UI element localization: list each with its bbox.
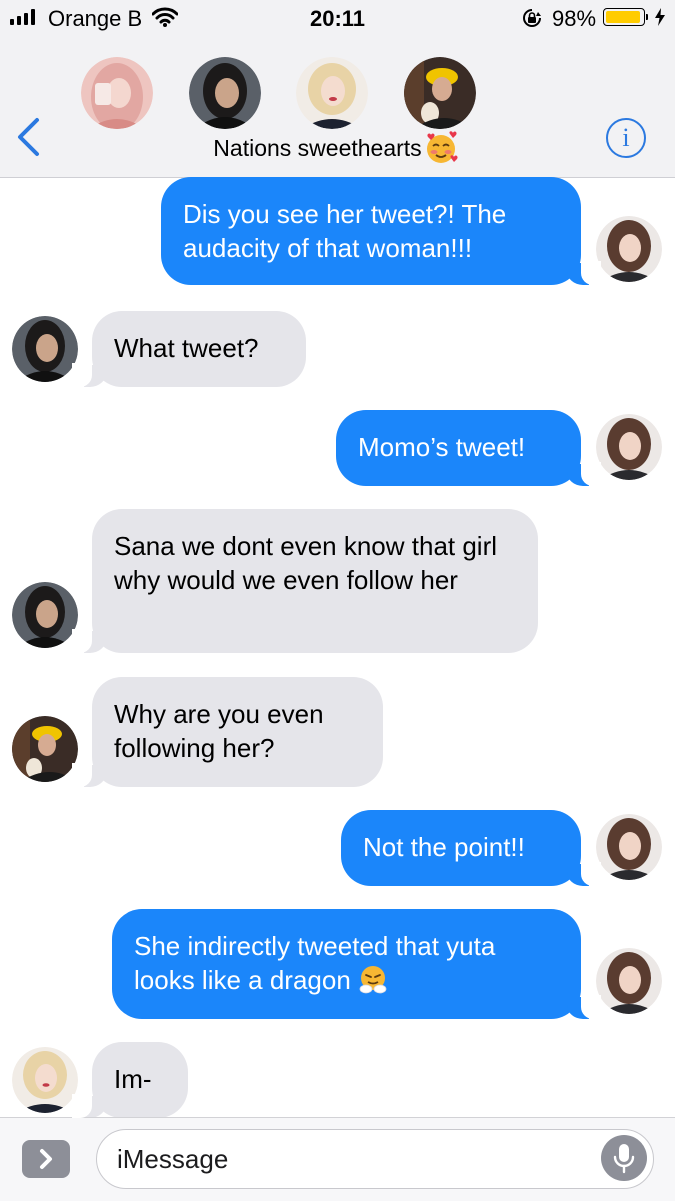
message-bubble-outgoing[interactable]: Momo’s tweet! [336, 410, 601, 486]
message-bubble-outgoing[interactable]: Not the point!! [341, 810, 601, 886]
rotation-lock-icon [523, 9, 541, 27]
compose-bar: iMessage [0, 1117, 675, 1201]
conversation-header: Orange B 20:11 98% Nations sweethearts i [0, 0, 675, 178]
message-text: Momo’s tweet! [358, 432, 526, 462]
sender-avatar [12, 582, 78, 648]
info-button[interactable]: i [606, 118, 646, 158]
message-input-placeholder: iMessage [117, 1144, 229, 1174]
message-text: Dis you see her tweet?! The audacity of … [183, 199, 507, 263]
sender-avatar [596, 814, 662, 880]
sender-avatar [596, 414, 662, 480]
participant-avatar[interactable] [189, 57, 261, 129]
message-input[interactable]: iMessage [96, 1129, 654, 1189]
message-text: Why are you even following her? [114, 699, 324, 763]
battery-level-fill [606, 11, 640, 23]
face-with-steam-from-nose-icon [359, 966, 387, 994]
message-text: Sana we dont even know that girl why wou… [114, 531, 498, 595]
participant-avatar[interactable] [404, 57, 476, 129]
sender-avatar [596, 948, 662, 1014]
message-text: Im- [114, 1064, 152, 1094]
sender-avatar [12, 716, 78, 782]
participant-avatar[interactable] [296, 57, 368, 129]
battery-percentage: 98% [552, 6, 597, 31]
sender-avatar [12, 1047, 78, 1113]
dictation-button[interactable] [601, 1135, 647, 1181]
message-text: She indirectly tweeted that yuta looks l… [134, 931, 496, 995]
message-bubble-outgoing[interactable]: Dis you see her tweet?! The audacity of … [161, 177, 601, 285]
message-text: What tweet? [114, 333, 259, 363]
sender-avatar [596, 216, 662, 282]
chevron-right-icon [40, 1149, 52, 1169]
group-name[interactable]: Nations sweethearts [0, 133, 635, 163]
battery-icon [603, 8, 645, 26]
message-bubble-outgoing[interactable]: She indirectly tweeted that yuta looks l… [112, 909, 601, 1019]
charging-bolt-icon [655, 8, 665, 26]
message-bubble-incoming[interactable]: Why are you even following her? [72, 677, 383, 787]
sender-avatar [12, 316, 78, 382]
message-bubble-incoming[interactable]: Sana we dont even know that girl why wou… [72, 509, 538, 653]
smiling-face-with-hearts-icon [427, 131, 458, 163]
message-bubble-incoming[interactable]: Im- [72, 1042, 188, 1118]
participant-avatar[interactable] [81, 57, 153, 129]
battery-tip [646, 14, 648, 20]
message-bubble-incoming[interactable]: What tweet? [72, 311, 306, 387]
microphone-icon [613, 1144, 635, 1174]
message-text: Not the point!! [363, 832, 525, 862]
app-drawer-button[interactable] [22, 1140, 70, 1178]
